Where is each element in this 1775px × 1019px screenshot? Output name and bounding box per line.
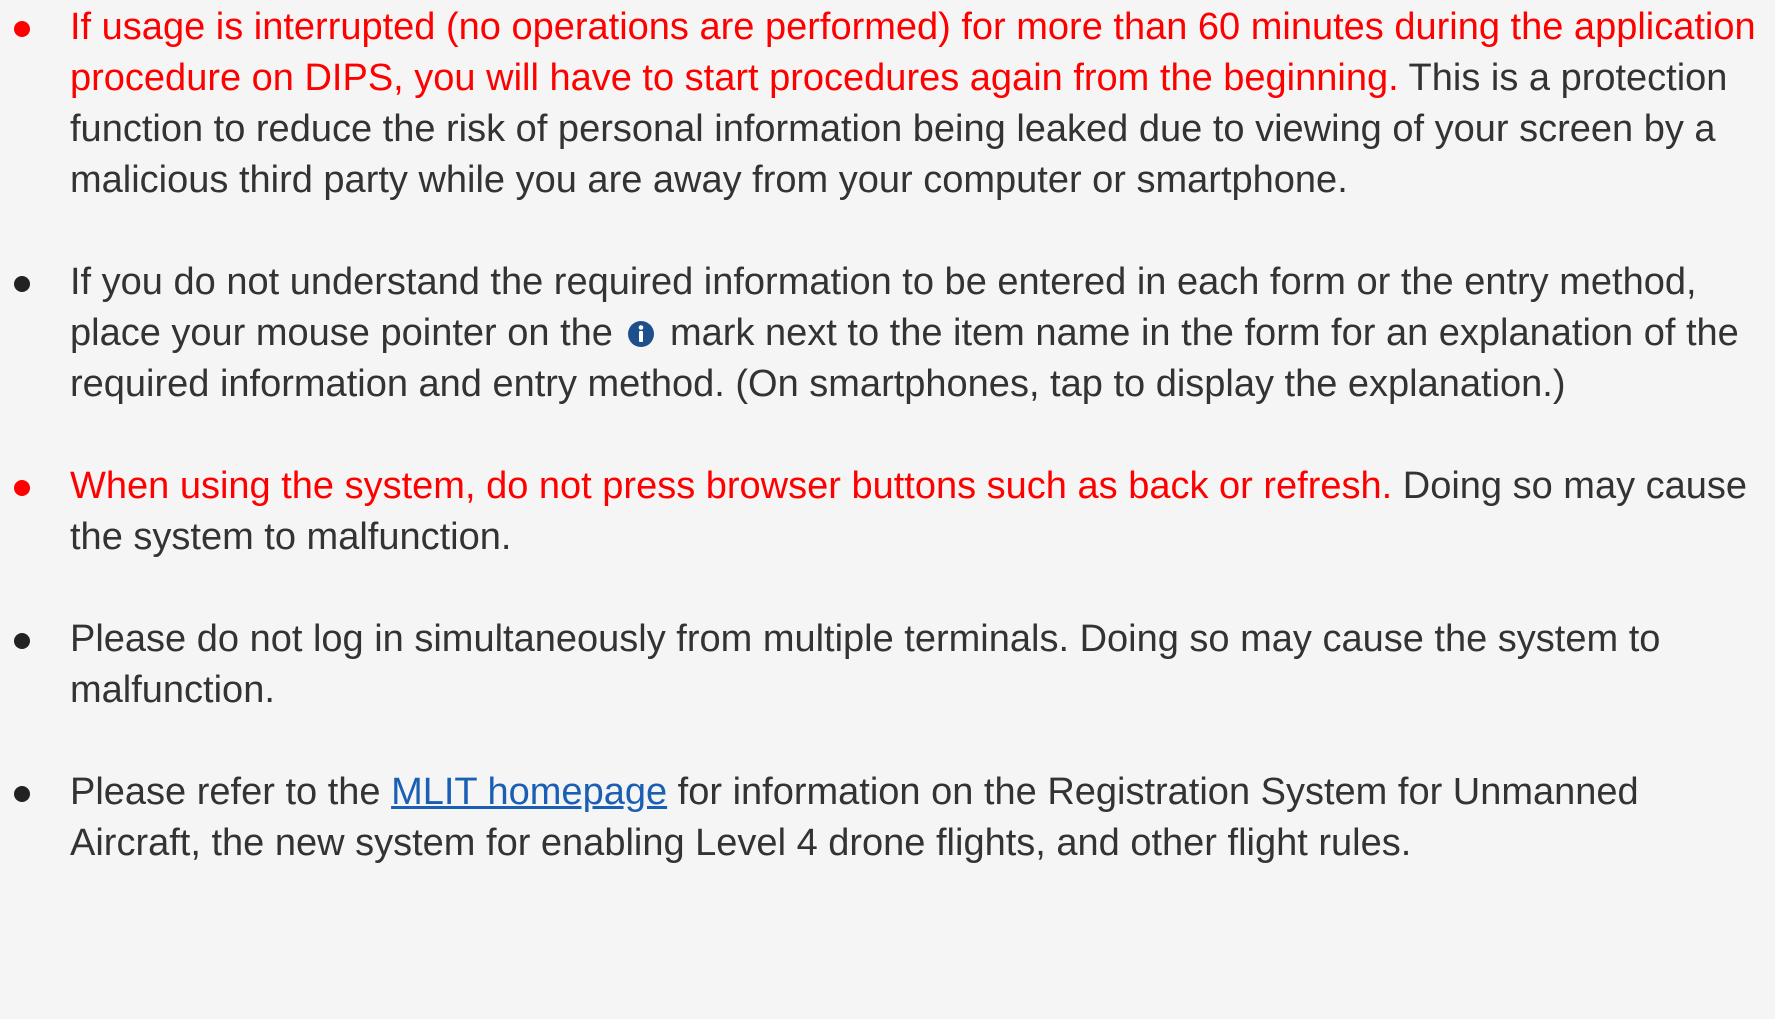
multiple-login-text: Please do not log in simultaneously from… — [70, 618, 1661, 711]
info-icon — [628, 321, 655, 347]
browser-buttons-warning-text: When using the system, do not press brow… — [70, 465, 1393, 507]
red-bullet-icon — [14, 480, 30, 496]
bullet-icon — [14, 633, 30, 649]
bullet-icon — [14, 276, 30, 292]
bullet-icon — [14, 786, 30, 802]
notice-list: If usage is interrupted (no operations a… — [0, 2, 1775, 869]
notice-mlit-homepage: Please refer to the MLIT homepage for in… — [0, 767, 1775, 869]
notice-multiple-login: Please do not log in simultaneously from… — [0, 614, 1775, 716]
notice-info-mark: If you do not understand the required in… — [0, 257, 1775, 410]
mlit-text-before: Please refer to the — [70, 771, 392, 813]
notice-session-timeout: If usage is interrupted (no operations a… — [0, 2, 1775, 206]
notice-browser-buttons: When using the system, do not press brow… — [0, 461, 1775, 563]
mlit-homepage-link[interactable]: MLIT homepage — [391, 771, 667, 813]
red-bullet-icon — [14, 21, 30, 37]
